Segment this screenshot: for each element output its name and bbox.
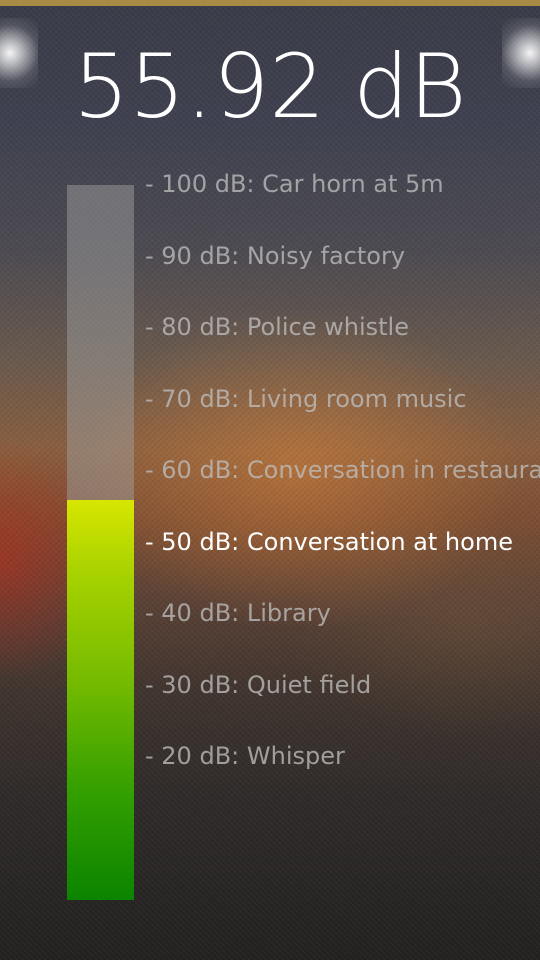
scale-item-50: - 50 dB: Conversation at home	[145, 527, 513, 556]
scale-item-20: - 20 dB: Whisper	[145, 742, 345, 770]
scale-item-90: - 90 dB: Noisy factory	[145, 241, 406, 270]
scale-item-80: - 80 dB: Police whistle	[145, 313, 409, 341]
scale-item-40: - 40 dB: Library	[145, 599, 331, 627]
level-meter	[67, 185, 134, 900]
scale-item-70: - 70 dB: Living room music	[145, 384, 467, 413]
scale-item-100: - 100 dB: Car horn at 5m	[145, 170, 444, 198]
decibel-reading: 55.92 dB	[73, 35, 467, 138]
scale-item-30: - 30 dB: Quiet field	[145, 670, 372, 699]
meter-fill	[67, 500, 134, 900]
reference-scale: - 100 dB: Car horn at 5m - 90 dB: Noisy …	[145, 166, 540, 810]
scale-item-60: - 60 dB: Conversation in restaurant	[145, 456, 540, 484]
decibel-meter-screen: 55.92 dB - 100 dB: Car horn at 5m - 90 d…	[0, 0, 540, 960]
top-accent-strip	[0, 0, 540, 6]
